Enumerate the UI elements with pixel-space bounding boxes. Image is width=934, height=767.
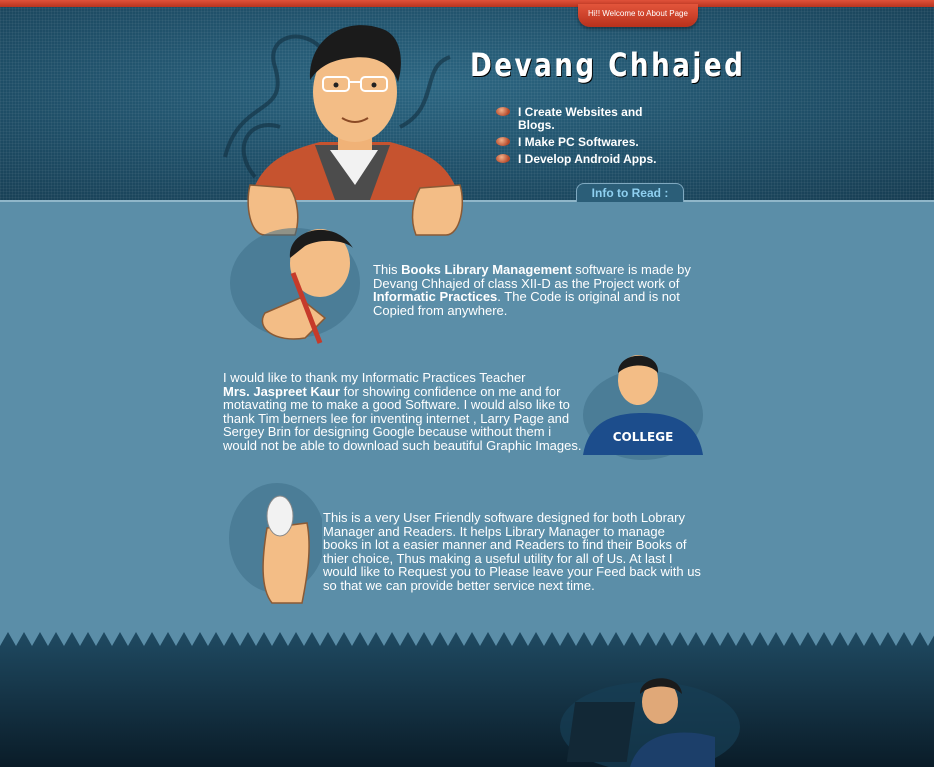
- writing-boy-icon: [230, 228, 360, 344]
- football-icon: [496, 107, 510, 116]
- skill-label: I Make PC Softwares.: [518, 135, 639, 149]
- top-accent-bar: [0, 0, 934, 7]
- list-item: I Create Websites and Blogs.: [496, 106, 666, 132]
- footer-zigzag: [0, 632, 934, 767]
- info-tab[interactable]: Info to Read :: [576, 183, 684, 202]
- list-item: I Make PC Softwares.: [496, 136, 666, 149]
- feedback-paragraph: This is a very User Friendly software de…: [323, 510, 701, 593]
- avatar-portrait-icon: [247, 25, 464, 236]
- thanks-paragraph: I would like to thank my Informatic Prac…: [223, 370, 582, 453]
- college-shirt-label: COLLEGE: [613, 430, 674, 444]
- list-item: I Develop Android Apps.: [496, 153, 666, 166]
- football-icon: [496, 137, 510, 146]
- football-icon: [496, 154, 510, 163]
- skill-label: I Create Websites and Blogs.: [518, 105, 643, 132]
- skill-label: I Develop Android Apps.: [518, 152, 657, 166]
- intro-paragraph: This Books Library Management software i…: [373, 262, 691, 318]
- mouse-hand-icon: [229, 483, 322, 604]
- page-title: Devang Chhajed: [470, 46, 746, 84]
- skills-list: I Create Websites and Blogs. I Make PC S…: [496, 106, 666, 170]
- welcome-tab[interactable]: Hi!! Welcome to About Page: [578, 4, 698, 27]
- college-boy-icon: COLLEGE: [583, 355, 703, 460]
